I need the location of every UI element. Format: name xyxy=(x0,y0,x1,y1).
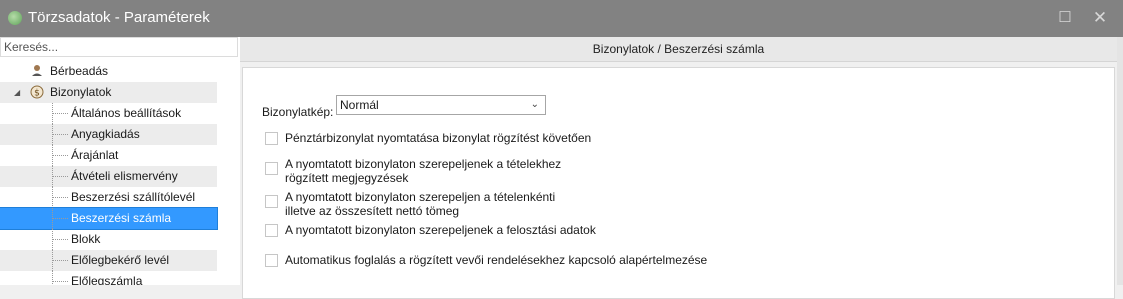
tree-connector xyxy=(52,271,53,285)
coin-document-icon: $ xyxy=(30,85,44,99)
tree-connector xyxy=(52,134,68,135)
tree-connector xyxy=(52,197,68,198)
tree-connector xyxy=(52,281,68,282)
option-label-line2: rögzített megjegyzések xyxy=(285,171,409,185)
tree-connector xyxy=(52,176,68,177)
tree-item-label: Bizonylatok xyxy=(50,85,112,99)
option-label: A nyomtatott bizonylaton szerepeljenek a… xyxy=(285,223,596,237)
tree-item-label: Általános beállítások xyxy=(71,106,182,120)
settings-form: Bizonylatkép: Normál ⌄ Pénztárbizonylat … xyxy=(242,67,1115,299)
close-button[interactable]: ✕ xyxy=(1089,8,1111,28)
tree-item-label: Beszerzési számla xyxy=(71,211,172,225)
tree-item-anyagkiadas[interactable]: Anyagkiadás xyxy=(0,124,217,145)
option-label: A nyomtatott bizonylaton szerepeljenek a… xyxy=(285,157,561,185)
tree-item-label: Előlegbekérő levél xyxy=(71,253,170,267)
tree-item-bizonylatok[interactable]: ◢ $ Bizonylatok xyxy=(0,82,217,103)
option-label-line1: A nyomtatott bizonylaton szerepeljen a t… xyxy=(285,190,556,204)
bizonylatkep-select[interactable]: Normál ⌄ xyxy=(336,95,546,115)
app-icon xyxy=(8,11,22,25)
search-input[interactable]: Keresés... xyxy=(0,37,238,57)
tree-item-label: Előlegszámla xyxy=(71,274,143,285)
checkbox[interactable] xyxy=(265,224,278,237)
svg-text:$: $ xyxy=(34,89,40,99)
checkbox[interactable] xyxy=(265,195,278,208)
checkbox[interactable] xyxy=(265,162,278,175)
tree-item-label: Blokk xyxy=(71,232,101,246)
tree-item-arajanlat[interactable]: Árajánlat xyxy=(0,145,217,166)
option-label: Automatikus foglalás a rögzített vevői r… xyxy=(285,253,708,267)
checkbox[interactable] xyxy=(265,132,278,145)
person-hand-icon xyxy=(32,65,42,76)
option-label-line1: A nyomtatott bizonylaton szerepeljenek a… xyxy=(285,157,562,171)
tree-connector xyxy=(52,113,68,114)
window-title: Törzsadatok - Paraméterek xyxy=(28,9,210,26)
tree-item-label: Beszerzési szállítólevél xyxy=(71,190,196,204)
tree-connector xyxy=(52,155,68,156)
tree-connector xyxy=(52,218,68,219)
tree-item-label: Átvételi elismervény xyxy=(71,169,178,183)
option-label-line2: illetve az összesített nettó tömeg xyxy=(285,204,460,218)
chevron-down-icon: ⌄ xyxy=(530,99,539,110)
scrollbar[interactable] xyxy=(1117,37,1123,285)
tree-connector xyxy=(52,260,68,261)
settings-tree: Bérbeadás ◢ $ Bizonylatok Általános beál… xyxy=(0,59,240,285)
bizonylatkep-value: Normál xyxy=(340,98,379,112)
tree-item-beszerzesi-szamla[interactable]: Beszerzési számla xyxy=(0,207,218,230)
option-label: Pénztárbizonylat nyomtatása bizonylat rö… xyxy=(285,131,592,145)
tree-connector xyxy=(52,239,68,240)
option-label: A nyomtatott bizonylaton szerepeljen a t… xyxy=(285,190,555,218)
tree-item-elolegbekero-level[interactable]: Előlegbekérő levél xyxy=(0,250,217,271)
title-bar: Törzsadatok - Paraméterek ☐ ✕ xyxy=(0,0,1123,37)
bizonylatkep-label: Bizonylatkép: xyxy=(262,105,334,119)
tree-item-atveteli-elismerveny[interactable]: Átvételi elismervény xyxy=(0,166,217,187)
collapse-arrow-icon[interactable]: ◢ xyxy=(14,82,20,103)
tree-item-altalanos-beallitasok[interactable]: Általános beállítások xyxy=(0,103,217,124)
tree-item-berbeadas[interactable]: Bérbeadás xyxy=(0,61,217,82)
navigation-panel: Keresés... Bérbeadás ◢ $ Bizonylatok Ált… xyxy=(0,37,240,285)
breadcrumb: Bizonylatok / Beszerzési számla xyxy=(240,37,1117,62)
tree-item-label: Anyagkiadás xyxy=(71,127,140,141)
tree-item-label: Árajánlat xyxy=(71,148,119,162)
tree-item-blokk[interactable]: Blokk xyxy=(0,229,217,250)
maximize-button[interactable]: ☐ xyxy=(1054,8,1076,28)
tree-item-elolegszamla[interactable]: Előlegszámla xyxy=(0,271,217,285)
checkbox[interactable] xyxy=(265,254,278,267)
settings-panel: Bizonylatok / Beszerzési számla Bizonyla… xyxy=(240,37,1123,299)
tree-item-beszerzesi-szallitolevel[interactable]: Beszerzési szállítólevél xyxy=(0,187,217,208)
tree-item-label: Bérbeadás xyxy=(50,64,109,78)
